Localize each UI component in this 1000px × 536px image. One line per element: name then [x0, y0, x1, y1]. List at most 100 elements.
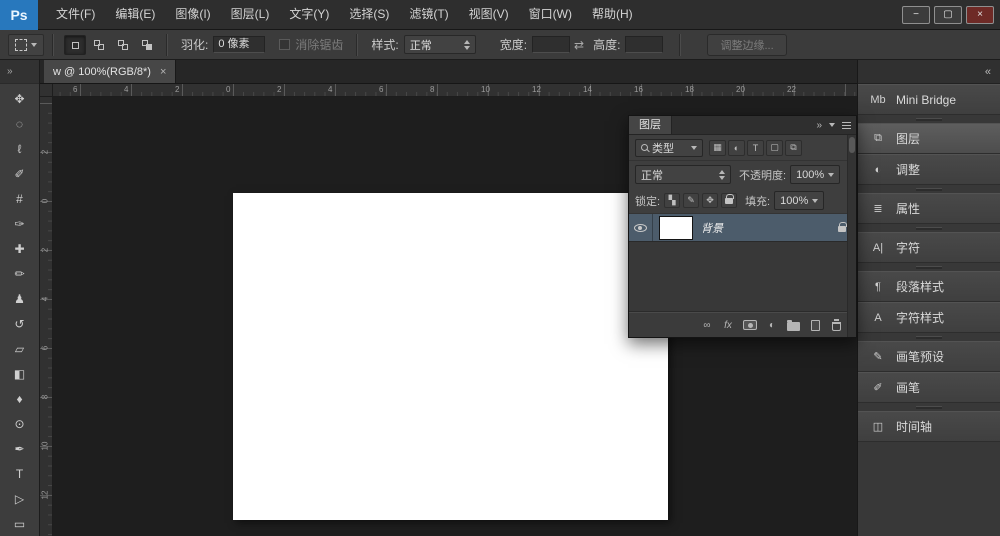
tab-close-icon[interactable]: ×	[160, 66, 166, 78]
panel-brush[interactable]: ✐画笔	[858, 372, 1000, 403]
dock-group: ◫时间轴	[858, 411, 1000, 442]
menu-item[interactable]: 窗口(W)	[519, 0, 582, 29]
lock-image-pixels[interactable]: ✎	[683, 193, 699, 208]
height-input[interactable]	[625, 36, 663, 53]
subtract-from-selection[interactable]	[112, 35, 134, 55]
fill-dropdown[interactable]: 100%	[774, 191, 824, 210]
crop-tool[interactable]: #	[5, 186, 35, 211]
panel-character-styles[interactable]: A字符样式	[858, 302, 1000, 333]
ruler-label: 0	[41, 195, 51, 208]
menu-item[interactable]: 视图(V)	[459, 0, 519, 29]
eraser-tool[interactable]: ▱	[5, 336, 35, 361]
new-layer-button[interactable]	[809, 320, 821, 331]
swap-dimensions-icon[interactable]: ⇄	[574, 38, 584, 52]
panel-timeline-label: 时间轴	[896, 418, 932, 435]
scrollbar-thumb[interactable]	[849, 137, 855, 153]
blend-mode-dropdown[interactable]: 正常	[635, 165, 731, 184]
brush-tool[interactable]: ✏	[5, 261, 35, 286]
document-tab-title: w @ 100%(RGB/8*)	[53, 66, 151, 78]
layers-panel-tab[interactable]: 图层	[629, 116, 672, 134]
menu-item[interactable]: 图层(L)	[221, 0, 280, 29]
layer-thumbnail	[659, 216, 693, 240]
panel-collapse-icon[interactable]: »	[816, 120, 822, 131]
antialias-checkbox[interactable]	[279, 39, 290, 50]
panel-brush-presets[interactable]: ✎画笔预设	[858, 341, 1000, 372]
filter-adjustment-layers[interactable]: ◐	[728, 140, 745, 156]
layer-style-button[interactable]: fx	[722, 320, 734, 331]
lasso-tool[interactable]: ℓ	[5, 136, 35, 161]
lock-all[interactable]	[721, 193, 737, 208]
menu-item[interactable]: 图像(I)	[165, 0, 220, 29]
healing-brush-tool[interactable]: ✚	[5, 236, 35, 261]
panel-layers[interactable]: ⧉图层	[858, 123, 1000, 154]
panel-menu-caret-icon[interactable]	[829, 123, 835, 127]
close-button[interactable]: ×	[966, 6, 994, 24]
minimize-button[interactable]: −	[902, 6, 930, 24]
add-to-selection[interactable]	[88, 35, 110, 55]
lock-position[interactable]: ✥	[702, 193, 718, 208]
visibility-toggle[interactable]	[629, 214, 653, 241]
filter-smart-objects[interactable]: ⧉	[785, 140, 802, 156]
quick-selection-tool[interactable]: ✐	[5, 161, 35, 186]
pen-tool[interactable]: ✒	[5, 436, 35, 461]
new-selection[interactable]	[64, 35, 86, 55]
panel-paragraph-styles[interactable]: ¶段落样式	[858, 271, 1000, 302]
new-group-button[interactable]	[787, 320, 800, 331]
style-dropdown[interactable]: 正常	[404, 35, 476, 54]
delete-layer-button[interactable]	[830, 320, 842, 331]
gradient-tool[interactable]: ◧	[5, 361, 35, 386]
restore-button[interactable]: ▢	[934, 6, 962, 24]
link-layers-button[interactable]: ∞	[701, 320, 713, 331]
menu-item[interactable]: 文字(Y)	[279, 0, 339, 29]
ruler-label: 8	[430, 85, 434, 94]
ruler-label: 18	[685, 85, 694, 94]
menu-item[interactable]: 帮助(H)	[582, 0, 643, 29]
intersect-with-selection[interactable]	[136, 35, 158, 55]
panel-adjustments[interactable]: ◐调整	[858, 154, 1000, 185]
layer-row[interactable]: 背景	[629, 214, 856, 242]
layers-scrollbar[interactable]	[847, 135, 856, 337]
menu-item[interactable]: 文件(F)	[46, 0, 105, 29]
tool-preset-button[interactable]	[8, 34, 44, 56]
panel-mini-bridge[interactable]: MbMini Bridge	[858, 84, 1000, 115]
filter-shape-layers[interactable]: ▢	[766, 140, 783, 156]
menu-item[interactable]: 滤镜(T)	[399, 0, 458, 29]
menu-item[interactable]: 选择(S)	[339, 0, 399, 29]
separator	[166, 34, 168, 56]
dock-collapse-icon[interactable]: «	[985, 66, 991, 78]
panel-timeline[interactable]: ◫时间轴	[858, 411, 1000, 442]
lock-icon	[838, 226, 846, 232]
marquee-tool[interactable]: ◌	[5, 111, 35, 136]
move-tool[interactable]: ✥	[5, 86, 35, 111]
toolbox-collapse-icon[interactable]: »	[7, 66, 13, 77]
document-tab[interactable]: w @ 100%(RGB/8*) ×	[44, 60, 176, 83]
document-canvas[interactable]	[233, 193, 668, 520]
menu-item[interactable]: 编辑(E)	[105, 0, 165, 29]
dock-panel-buttons: MbMini Bridge ⧉图层◐调整 ≣属性 A|字符 ¶段落样式A字符样式 ✎画笔预…	[858, 84, 1000, 442]
selection-mode-group	[64, 35, 158, 55]
opacity-dropdown[interactable]: 100%	[790, 165, 840, 184]
feather-input[interactable]: 0 像素	[213, 36, 265, 53]
filter-kind-dropdown[interactable]: 类型	[635, 139, 703, 157]
path-selection-tool[interactable]: ▷	[5, 486, 35, 511]
add-layer-mask-icon	[743, 320, 757, 330]
panel-properties[interactable]: ≣属性	[858, 193, 1000, 224]
shape-tool[interactable]: ▭	[5, 511, 35, 536]
lock-transparent-pixels[interactable]: ▚	[664, 193, 680, 208]
filter-type-layers[interactable]: T	[747, 140, 764, 156]
add-layer-mask-button[interactable]	[743, 320, 757, 330]
clone-stamp-tool[interactable]: ♟	[5, 286, 35, 311]
dodge-tool[interactable]: ⊙	[5, 411, 35, 436]
new-adjustment-layer-button[interactable]: ◐	[766, 320, 778, 331]
refine-edge-button[interactable]: 调整边缘...	[707, 34, 786, 56]
panel-menu-icon[interactable]	[842, 125, 851, 126]
width-input[interactable]	[532, 36, 570, 53]
filter-pixel-layers[interactable]: ▦	[709, 140, 726, 156]
history-brush-tool[interactable]: ↺	[5, 311, 35, 336]
opacity-label: 不透明度:	[739, 167, 786, 183]
blur-tool[interactable]: ♦	[5, 386, 35, 411]
vertical-ruler: 2024681012	[40, 97, 53, 536]
eyedropper-tool[interactable]: ✑	[5, 211, 35, 236]
type-tool[interactable]: T	[5, 461, 35, 486]
panel-character[interactable]: A|字符	[858, 232, 1000, 263]
